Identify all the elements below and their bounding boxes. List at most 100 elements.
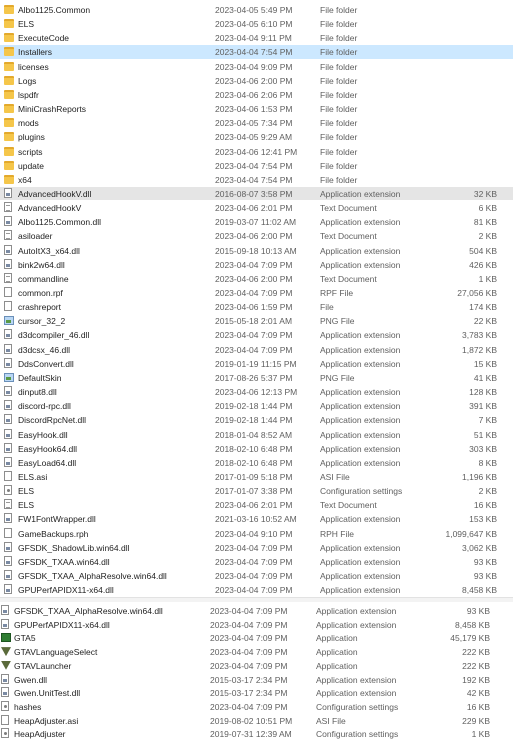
file-name: bink2w64.dll xyxy=(18,259,65,270)
file-row[interactable]: GFSDK_ShadowLib.win64.dll 2023-04-04 7:09… xyxy=(0,541,513,555)
file-type: Text Document xyxy=(320,500,377,511)
file-type: Configuration settings xyxy=(316,729,399,740)
file-row[interactable]: GFSDK_TXAA.win64.dll 2023-04-04 7:09 PM Ap… xyxy=(0,555,513,569)
file-row[interactable]: DdsConvert.dll 2019-01-19 11:15 PM Applica… xyxy=(0,357,513,371)
file-row[interactable]: common.rpf 2023-04-04 7:09 PM RPF File 27,0… xyxy=(0,286,513,300)
file-name: licenses xyxy=(18,61,49,72)
file-row[interactable]: AutoItX3_x64.dll 2015-09-18 10:13 AM Appli… xyxy=(0,244,513,258)
file-row[interactable]: Albo1125.Common.dll 2019-03-07 11:02 AM Ap… xyxy=(0,215,513,229)
file-row[interactable]: GTAVLauncher 2023-04-04 7:09 PM Applicatio… xyxy=(0,659,513,673)
file-date-modified: 2023-04-06 12:41 PM xyxy=(215,146,298,157)
file-date-modified: 2023-04-04 7:09 PM xyxy=(215,542,293,553)
dll-icon xyxy=(4,584,12,595)
file-date-modified: 2023-04-06 2:01 PM xyxy=(215,500,293,511)
file-type: Configuration settings xyxy=(316,701,399,712)
file-row[interactable]: x64 2023-04-04 7:54 PM File folder xyxy=(0,173,513,187)
file-row[interactable]: asiloader 2023-04-06 2:00 PM Text Document… xyxy=(0,229,513,243)
file-row[interactable]: AdvancedHookV.dll 2016-08-07 3:58 PM Appli… xyxy=(0,186,513,201)
file-row[interactable]: AdvancedHookV 2023-04-06 2:01 PM Text Docu… xyxy=(0,201,513,215)
file-row[interactable]: GPUPerfAPIDX11-x64.dll 2023-04-04 7:09 PM… xyxy=(0,618,513,632)
file-row[interactable]: commandline 2023-04-06 2:00 PM Text Docume… xyxy=(0,272,513,286)
file-list-bottom: GFSDK_TXAA_AlphaResolve.win64.dll 2023-04… xyxy=(0,601,513,750)
file-row[interactable]: Logs 2023-04-06 2:00 PM File folder xyxy=(0,74,513,88)
file-row[interactable]: DefaultSkin 2017-08-26 5:37 PM PNG File 41 … xyxy=(0,371,513,385)
file-size: 3,783 KB xyxy=(462,330,497,341)
file-date-modified: 2023-04-04 7:09 PM xyxy=(215,556,293,567)
file-row[interactable]: Installers 2023-04-04 7:54 PM File folder xyxy=(0,45,513,59)
file-row[interactable]: Gwen.dll 2015-03-17 2:34 PM Application ex… xyxy=(0,673,513,687)
file-size: 128 KB xyxy=(469,387,497,398)
file-size: 1,872 KB xyxy=(462,344,497,355)
dll-icon xyxy=(4,555,12,566)
file-row[interactable]: GameBackups.rph 2023-04-04 9:10 PM RPH Fil… xyxy=(0,527,513,541)
file-size: 192 KB xyxy=(462,674,490,685)
file-size: 16 KB xyxy=(473,500,497,511)
text-file-icon xyxy=(4,499,12,510)
file-date-modified: 2018-01-04 8:52 AM xyxy=(215,429,293,440)
file-row[interactable]: GTA5 2023-04-04 7:09 PM Application 45,179 … xyxy=(0,631,513,645)
file-row[interactable]: lspdfr 2023-04-06 2:06 PM File folder xyxy=(0,88,513,102)
file-row[interactable]: GFSDK_TXAA_AlphaResolve.win64.dll 2023-04… xyxy=(0,569,513,583)
dll-icon xyxy=(4,187,12,198)
file-row[interactable]: ExecuteCode 2023-04-04 9:11 PM File folder xyxy=(0,31,513,45)
file-icon xyxy=(4,287,12,297)
file-size: 93 KB xyxy=(473,571,497,581)
file-row[interactable]: update 2023-04-04 7:54 PM File folder xyxy=(0,159,513,173)
file-row[interactable]: EasyHook64.dll 2018-02-10 6:48 PM Applicat… xyxy=(0,442,513,456)
file-row[interactable]: bink2w64.dll 2023-04-04 7:09 PM Applicatio… xyxy=(0,258,513,272)
file-row[interactable]: crashreport 2023-04-06 1:59 PM File 174 KB xyxy=(0,300,513,314)
file-row[interactable]: Gwen.UnitTest.dll 2015-03-17 2:34 PM Appli… xyxy=(0,686,513,700)
file-size: 8 KB xyxy=(478,457,497,468)
file-row[interactable]: dinput8.dll 2023-04-06 12:13 PM Applicatio… xyxy=(0,385,513,399)
file-row[interactable]: plugins 2023-04-05 9:29 AM File folder xyxy=(0,130,513,144)
file-row[interactable]: scripts 2023-04-06 12:41 PM File folder xyxy=(0,145,513,159)
file-type: File folder xyxy=(320,61,358,72)
file-date-modified: 2023-04-04 7:09 PM xyxy=(210,660,288,671)
file-row[interactable]: hashes 2023-04-04 7:09 PM Configuration se… xyxy=(0,700,513,714)
dll-icon xyxy=(1,618,9,629)
file-row[interactable]: HeapAdjuster.asi 2019-08-02 10:51 PM ASI F… xyxy=(0,714,513,728)
file-row[interactable]: HeapAdjuster 2019-07-31 12:39 AM Configura… xyxy=(0,727,513,741)
file-row[interactable]: discord-rpc.dll 2019-02-18 1:44 PM Applica… xyxy=(0,399,513,413)
file-row[interactable]: d3dcsx_46.dll 2023-04-04 7:09 PM Applicati… xyxy=(0,343,513,357)
file-row[interactable]: ELS 2017-01-07 3:38 PM Configuration setti… xyxy=(0,484,513,498)
file-row[interactable]: Albo1125.Common 2023-04-05 5:49 PM File fo… xyxy=(0,3,513,17)
text-file-icon xyxy=(4,230,12,241)
file-row[interactable]: GTAVLanguageSelect 2023-04-04 7:09 PM Appl… xyxy=(0,645,513,659)
file-row[interactable]: EasyHook.dll 2018-01-04 8:52 AM Applicatio… xyxy=(0,428,513,442)
file-row[interactable]: mods 2023-04-05 7:34 PM File folder xyxy=(0,116,513,130)
config-file-icon xyxy=(1,700,9,711)
file-row[interactable]: cursor_32_2 2015-05-18 2:01 AM PNG File 22 … xyxy=(0,314,513,328)
file-row[interactable]: ELS.asi 2017-01-09 5:18 PM ASI File 1,196 K… xyxy=(0,470,513,484)
file-row[interactable]: MiniCrashReports 2023-04-06 1:53 PM File f… xyxy=(0,102,513,116)
dll-icon xyxy=(4,357,12,368)
file-row[interactable]: EasyLoad64.dll 2018-02-10 6:48 PM Applicat… xyxy=(0,456,513,470)
file-row[interactable]: d3dcompiler_46.dll 2023-04-04 7:09 PM Appl… xyxy=(0,328,513,342)
file-date-modified: 2023-04-04 7:09 PM xyxy=(210,701,288,712)
file-type: RPF File xyxy=(320,288,354,298)
dll-icon xyxy=(1,673,9,684)
file-size: 16 KB xyxy=(466,701,490,712)
file-name: ELS.asi xyxy=(18,471,48,482)
file-date-modified: 2023-04-04 7:09 PM xyxy=(210,619,288,630)
folder-icon xyxy=(4,132,14,142)
file-size: 93 KB xyxy=(466,606,490,616)
file-size: 7 KB xyxy=(478,415,497,426)
file-row[interactable]: FW1FontWrapper.dll 2021-03-16 10:52 AM App… xyxy=(0,512,513,526)
file-row[interactable]: GPUPerfAPIDX11-x64.dll 2023-04-04 7:09 PM… xyxy=(0,583,513,597)
file-size: 51 KB xyxy=(473,429,497,440)
file-name: hashes xyxy=(14,701,42,712)
file-row[interactable]: ELS 2023-04-05 6:10 PM File folder xyxy=(0,17,513,31)
file-name: x64 xyxy=(18,174,32,185)
file-row[interactable]: GFSDK_TXAA_AlphaResolve.win64.dll 2023-04… xyxy=(0,604,513,618)
file-date-modified: 2019-01-19 11:15 PM xyxy=(215,358,297,369)
file-size: 1,099,647 KB xyxy=(445,528,497,539)
file-row[interactable]: licenses 2023-04-04 9:09 PM File folder xyxy=(0,60,513,74)
file-row[interactable]: ELS 2023-04-06 2:01 PM Text Document 16 KB xyxy=(0,498,513,512)
file-type: File folder xyxy=(320,132,358,143)
file-icon xyxy=(4,470,12,481)
file-name: GTAVLauncher xyxy=(14,660,72,671)
dll-icon xyxy=(4,329,12,340)
file-row[interactable]: DiscordRpcNet.dll 2019-02-18 1:44 PM Appli… xyxy=(0,413,513,427)
file-date-modified: 2016-08-07 3:58 PM xyxy=(215,188,293,199)
